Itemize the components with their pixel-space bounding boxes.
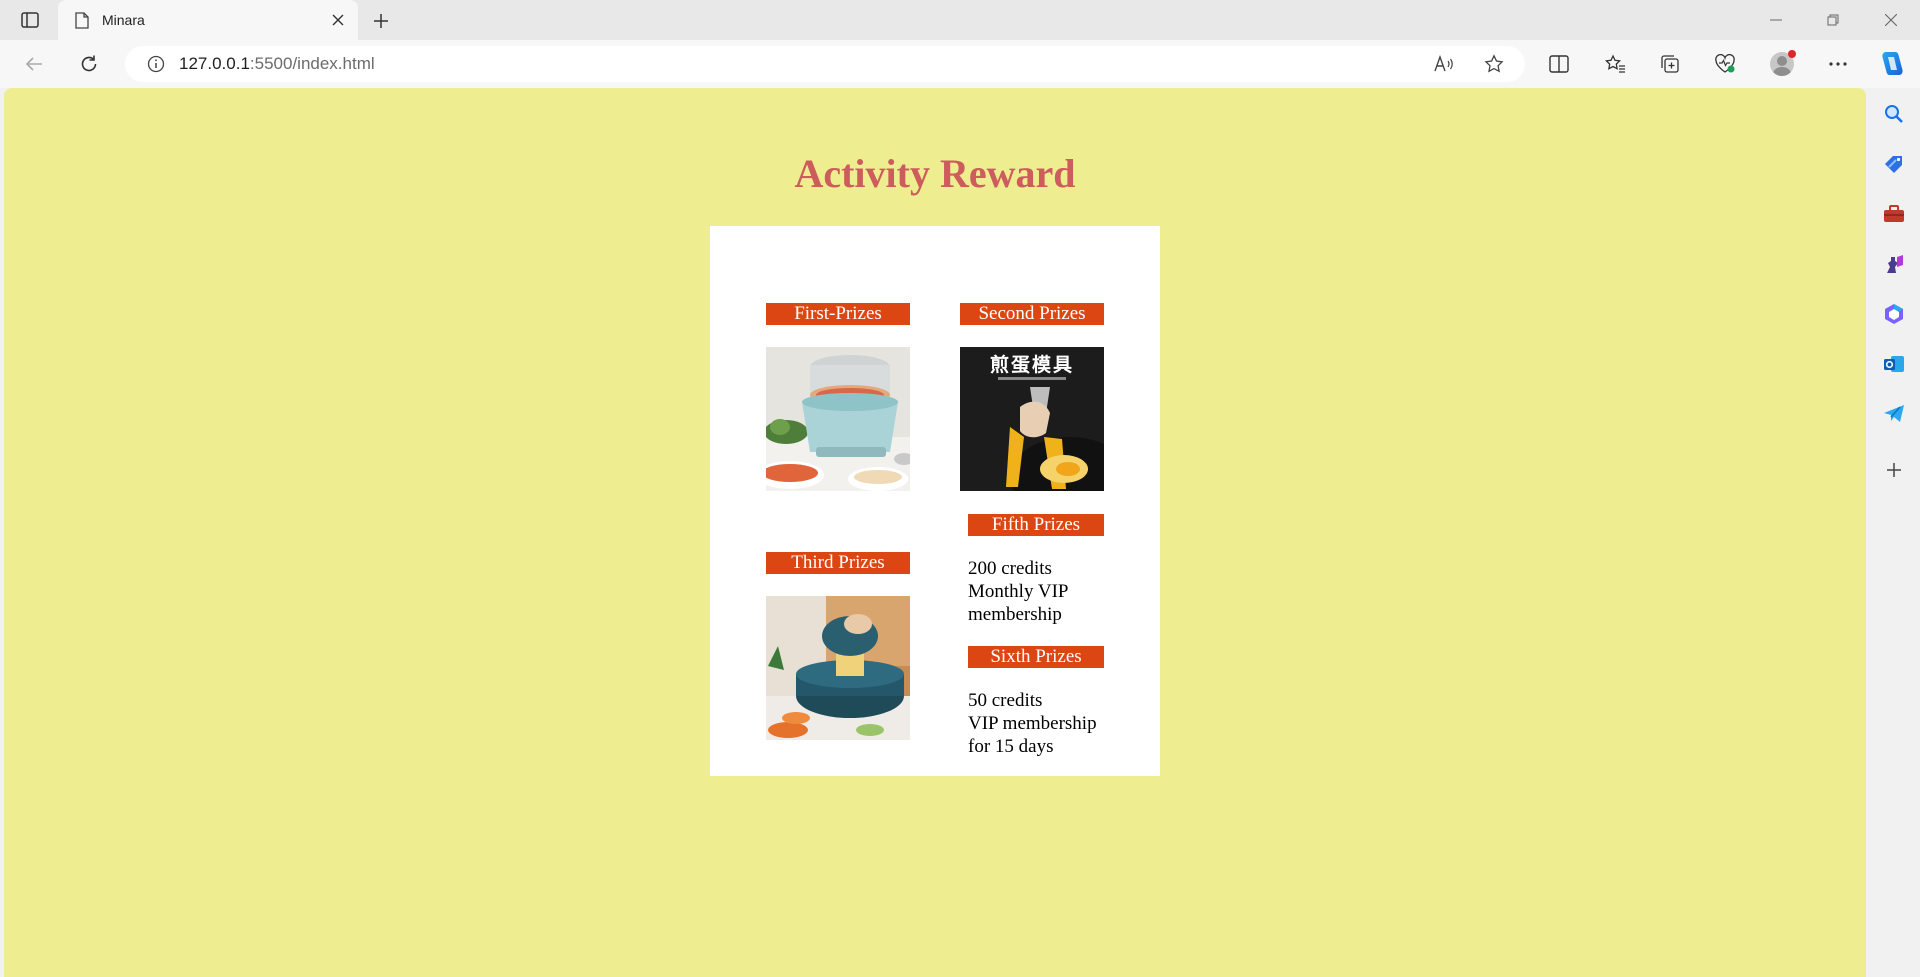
- fifth-prize-description: 200 credits Monthly VIP membership: [968, 557, 1118, 626]
- restore-icon[interactable]: [1810, 0, 1856, 40]
- notification-dot: [1788, 50, 1796, 58]
- favorites-icon[interactable]: [1599, 50, 1631, 78]
- third-prize-image: [766, 596, 910, 740]
- title-bar: Minara: [0, 0, 1920, 40]
- info-icon[interactable]: [145, 53, 167, 75]
- third-prize-label: Third Prizes: [766, 552, 910, 574]
- read-aloud-icon[interactable]: [1430, 50, 1458, 78]
- minimize-icon[interactable]: [1753, 0, 1799, 40]
- first-prize-label: First-Prizes: [766, 303, 910, 325]
- fifth-prize-label: Fifth Prizes: [968, 514, 1104, 536]
- second-prize-label: Second Prizes: [960, 303, 1104, 325]
- search-icon[interactable]: [1880, 100, 1908, 128]
- sixth-prize-line-3: for 15 days: [968, 736, 1054, 757]
- microsoft365-icon[interactable]: [1880, 300, 1908, 328]
- page-icon: [74, 11, 90, 29]
- url-text[interactable]: 127.0.0.1:5500/index.html: [179, 54, 375, 74]
- first-prize-image: [766, 347, 910, 491]
- split-screen-icon[interactable]: [1543, 50, 1575, 78]
- tools-icon[interactable]: [1880, 200, 1908, 228]
- second-prize-image: 煎蛋模具: [960, 347, 1104, 491]
- address-bar[interactable]: 127.0.0.1:5500/index.html: [125, 46, 1525, 82]
- browser-essentials-icon[interactable]: [1709, 50, 1741, 78]
- url-host: 127.0.0.1: [179, 54, 250, 73]
- collections-icon[interactable]: [1654, 50, 1686, 78]
- outlook-icon[interactable]: [1880, 350, 1908, 378]
- second-prize-image-text: 煎蛋模具: [990, 353, 1074, 376]
- shopping-tag-icon[interactable]: [1880, 150, 1908, 178]
- page-title: Activity Reward: [794, 151, 1076, 196]
- fifth-prize-line-1: 200 credits: [968, 558, 1052, 579]
- fifth-prize-line-3: membership: [968, 604, 1062, 625]
- sixth-prize-description: 50 credits VIP membership for 15 days: [968, 689, 1118, 758]
- tab-title: Minara: [102, 12, 145, 28]
- tab-active[interactable]: Minara: [58, 0, 358, 40]
- telegram-icon[interactable]: [1880, 400, 1908, 428]
- back-icon[interactable]: [18, 50, 50, 78]
- close-window-icon[interactable]: [1868, 0, 1914, 40]
- refresh-icon[interactable]: [73, 50, 105, 78]
- more-icon[interactable]: [1822, 50, 1854, 78]
- browser-toolbar: 127.0.0.1:5500/index.html: [0, 40, 1920, 88]
- sixth-prize-line-1: 50 credits: [968, 690, 1043, 711]
- new-tab-icon[interactable]: [368, 8, 394, 34]
- close-tab-icon[interactable]: [326, 8, 350, 32]
- add-icon[interactable]: [1880, 456, 1908, 484]
- tab-actions-icon[interactable]: [14, 8, 46, 32]
- prize-card: First-Prizes Second Prizes 煎蛋模具 Third Pr…: [710, 226, 1160, 776]
- sixth-prize-line-2: VIP membership: [968, 713, 1097, 734]
- games-icon[interactable]: [1880, 250, 1908, 278]
- sixth-prize-label: Sixth Prizes: [968, 646, 1104, 668]
- url-path: :5500/index.html: [249, 54, 375, 73]
- page-viewport: Activity Reward First-Prizes Second Priz…: [4, 88, 1866, 977]
- favorite-star-icon[interactable]: [1480, 50, 1508, 78]
- fifth-prize-line-2: Monthly VIP: [968, 581, 1069, 602]
- edge-sidebar: [1866, 88, 1920, 977]
- copilot-icon[interactable]: [1876, 48, 1908, 80]
